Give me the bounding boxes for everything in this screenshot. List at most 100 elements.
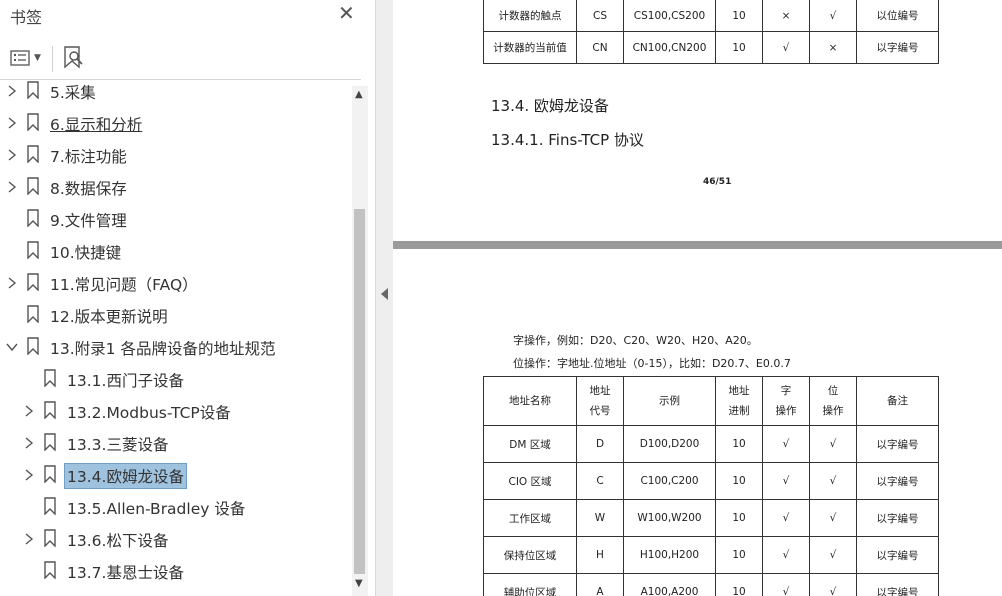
- bookmark-icon: [44, 369, 56, 387]
- options-menu-icon[interactable]: [10, 50, 30, 66]
- bookmarks-toolbar: ▼: [0, 39, 361, 80]
- bookmark-item[interactable]: 13.5.Allen-Bradley 设备: [0, 494, 352, 520]
- panel-splitter[interactable]: [375, 0, 394, 596]
- bookmark-icon: [27, 273, 39, 291]
- bookmark-icon: [44, 497, 56, 515]
- column-header: 备注: [856, 376, 939, 426]
- table-row: CIO 区域 C C100,C200 10 √ √ 以字编号: [483, 462, 939, 500]
- bookmark-label: 13.7.基恩士设备: [67, 564, 184, 582]
- scroll-thumb[interactable]: [354, 209, 365, 574]
- bookmark-tree: 5.采集 6.显示和分析 7.标注功能 8.数据保存 9.文件管理 10.快捷键 11.常见…: [0, 81, 352, 596]
- chevron-right-icon[interactable]: [22, 404, 36, 418]
- bookmark-item[interactable]: 10.快捷键: [0, 238, 352, 264]
- header-line: 字: [780, 385, 792, 397]
- chevron-right-icon[interactable]: [22, 436, 36, 450]
- table-row: 辅助位区域 A A100,A200 10 √ √ 以字编号: [483, 573, 939, 596]
- chevron-right-icon[interactable]: [5, 180, 19, 194]
- table-cell: C: [576, 462, 624, 500]
- table-cell: 10: [715, 499, 763, 537]
- bookmark-label: 11.常见问题（FAQ）: [50, 276, 198, 294]
- bookmark-item[interactable]: 13.4.欧姆龙设备: [0, 462, 352, 489]
- bookmark-item[interactable]: 13.附录1 各品牌设备的地址规范: [0, 334, 352, 360]
- chevron-down-icon[interactable]: [5, 340, 19, 354]
- bookmark-icon: [44, 465, 56, 483]
- table-cell: CIO 区域: [483, 462, 577, 500]
- bookmark-icon: [44, 401, 56, 419]
- bookmark-label: 6.显示和分析: [50, 116, 143, 134]
- scroll-up-icon[interactable]: ▲: [355, 89, 363, 100]
- bookmark-item[interactable]: 12.版本更新说明: [0, 302, 352, 328]
- chevron-right-icon[interactable]: [5, 84, 19, 98]
- bookmark-item[interactable]: 6.显示和分析: [0, 110, 352, 136]
- table-row: 计数器的当前值 CN CN100,CN200 10 √ × 以字编号: [483, 31, 939, 64]
- table-cell: DM 区域: [483, 425, 577, 463]
- table-cell: 计数器的当前值: [483, 31, 577, 64]
- page-number: 46/51: [703, 177, 732, 187]
- table-cell: ×: [809, 31, 857, 64]
- header-line: 操作: [822, 405, 844, 417]
- bookmark-label: 8.数据保存: [50, 180, 127, 198]
- panel-scrollbar[interactable]: ▲ ▼: [352, 86, 368, 596]
- table-row: DM 区域 D D100,D200 10 √ √ 以字编号: [483, 425, 939, 463]
- table-row: 工作区域 W W100,W200 10 √ √ 以字编号: [483, 499, 939, 537]
- bookmark-icon: [27, 241, 39, 259]
- chevron-right-icon[interactable]: [22, 532, 36, 546]
- bookmark-label: 7.标注功能: [50, 148, 127, 166]
- table-cell: √: [762, 31, 810, 64]
- close-icon[interactable]: ✕: [338, 3, 355, 23]
- table-cell: 以字编号: [856, 425, 939, 463]
- bookmark-item[interactable]: 5.采集: [0, 81, 352, 104]
- bookmark-item[interactable]: 13.1.西门子设备: [0, 366, 352, 392]
- header-line: 操作: [775, 405, 797, 417]
- table-cell: √: [762, 573, 810, 596]
- bookmark-item[interactable]: 13.2.Modbus-TCP设备: [0, 398, 352, 424]
- table-cell: √: [809, 536, 857, 574]
- bookmark-label: 13.6.松下设备: [67, 532, 169, 550]
- bookmark-icon: [27, 145, 39, 163]
- options-caret-icon[interactable]: ▼: [34, 53, 41, 63]
- bookmark-label: 12.版本更新说明: [50, 308, 168, 326]
- bookmark-item[interactable]: 13.7.基恩士设备: [0, 558, 352, 584]
- bookmark-icon: [27, 209, 39, 227]
- scroll-down-icon[interactable]: ▼: [355, 578, 363, 589]
- bookmark-item[interactable]: 9.文件管理: [0, 206, 352, 232]
- chevron-right-icon[interactable]: [22, 468, 36, 482]
- bookmark-icon: [27, 337, 39, 355]
- table-cell: A: [576, 573, 624, 596]
- find-bookmark-icon[interactable]: [62, 45, 84, 71]
- bookmark-item[interactable]: 13.6.松下设备: [0, 526, 352, 552]
- table-cell: 10: [715, 31, 763, 64]
- chevron-right-icon[interactable]: [5, 148, 19, 162]
- column-header: 字操作: [762, 376, 810, 426]
- collapse-panel-icon[interactable]: [381, 288, 388, 300]
- table-cell: √: [809, 425, 857, 463]
- bookmark-label: 13.2.Modbus-TCP设备: [67, 404, 231, 422]
- bookmark-item[interactable]: 13.3.三菱设备: [0, 430, 352, 456]
- header-line: 进制: [728, 405, 750, 417]
- column-header: 位操作: [809, 376, 857, 426]
- toolbar-divider: [52, 46, 53, 72]
- chevron-right-icon[interactable]: [5, 276, 19, 290]
- table-cell: √: [762, 536, 810, 574]
- chevron-right-icon[interactable]: [5, 116, 19, 130]
- bookmark-item[interactable]: 7.标注功能: [0, 142, 352, 168]
- table-cell: D: [576, 425, 624, 463]
- address-table: 地址名称 地址 代号 示例 地址 进制字操作位操作 备注 DM 区域 D D100,D200 10 √…: [483, 376, 939, 596]
- table-cell: C100,C200: [623, 462, 716, 500]
- table-cell: W100,W200: [623, 499, 716, 537]
- table-cell: A100,A200: [623, 573, 716, 596]
- header-line: 示例: [659, 395, 680, 407]
- bookmark-label: 13.5.Allen-Bradley 设备: [67, 500, 246, 518]
- page-gap: [393, 241, 1002, 249]
- table-cell: 10: [715, 536, 763, 574]
- bookmark-item[interactable]: 11.常见问题（FAQ）: [0, 270, 352, 296]
- table-cell: 10: [715, 462, 763, 500]
- bookmark-label: 5.采集: [50, 84, 96, 102]
- table-row: 计数器的触点 CS CS100,CS200 10 × √ 以位编号: [483, 0, 939, 32]
- table-cell: √: [809, 573, 857, 596]
- bookmark-icon: [44, 561, 56, 579]
- table-row: 保持位区域 H H100,H200 10 √ √ 以字编号: [483, 536, 939, 574]
- table-cell: 10: [715, 573, 763, 596]
- bookmark-label: 13.3.三菱设备: [67, 436, 169, 454]
- bookmark-item[interactable]: 8.数据保存: [0, 174, 352, 200]
